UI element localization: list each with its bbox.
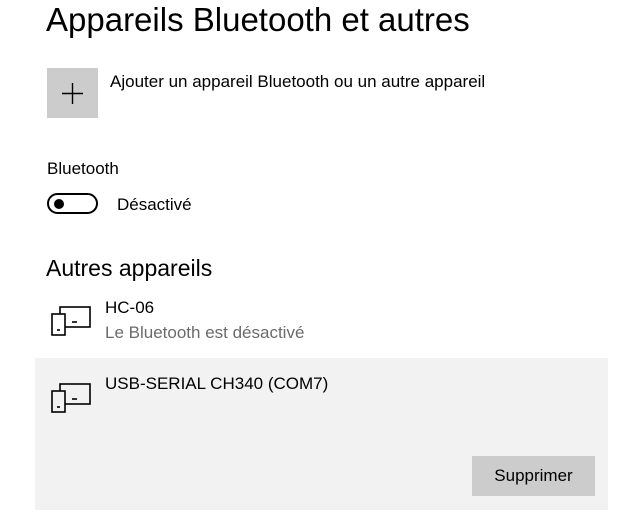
device-name: HC-06 <box>105 298 155 317</box>
device-item-usb-serial[interactable]: USB-SERIAL CH340 (COM7) Supprimer <box>35 358 608 510</box>
plus-icon <box>62 83 83 104</box>
device-icon <box>51 383 91 413</box>
other-devices-title: Autres appareils <box>46 255 213 281</box>
remove-device-button[interactable]: Supprimer <box>472 456 595 496</box>
bluetooth-state-label: Désactivé <box>117 195 192 214</box>
bluetooth-toggle[interactable] <box>47 193 98 214</box>
page-title: Appareils Bluetooth et autres <box>46 1 470 38</box>
device-item-hc-06[interactable]: HC-06 Le Bluetooth est désactivé <box>35 292 608 354</box>
device-status: Le Bluetooth est désactivé <box>105 323 305 342</box>
toggle-knob <box>54 199 64 209</box>
bluetooth-label: Bluetooth <box>47 159 119 178</box>
device-icon <box>51 306 91 336</box>
add-device-tile[interactable] <box>47 68 98 118</box>
add-device-button[interactable]: Ajouter un appareil Bluetooth ou un autr… <box>47 68 607 118</box>
add-device-label[interactable]: Ajouter un appareil Bluetooth ou un autr… <box>110 71 485 93</box>
bluetooth-toggle-row: Désactivé <box>47 193 247 219</box>
device-name: USB-SERIAL CH340 (COM7) <box>105 374 329 393</box>
